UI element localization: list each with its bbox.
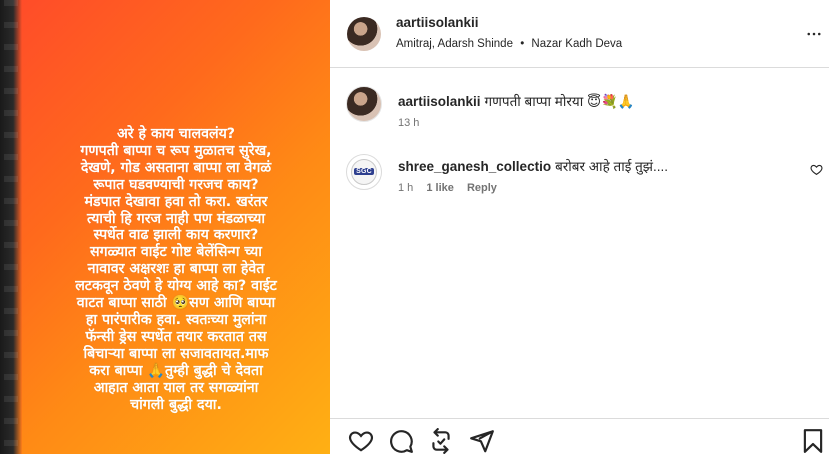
comment-likes[interactable]: 1 like [426, 182, 454, 194]
bookmark-icon[interactable] [800, 428, 826, 454]
author-avatar[interactable] [347, 17, 381, 51]
caption: aartiisolankii गणपती बाप्पा मोरया 😇💐🙏 [398, 92, 635, 110]
audio-track: Nazar Kadh Deva [531, 38, 623, 50]
post-actions [330, 428, 829, 454]
author-username[interactable]: aartiisolankii [396, 15, 479, 30]
comment-heart-icon[interactable] [810, 163, 823, 176]
audio-artist: Amitraj, Adarsh Shinde [396, 38, 513, 50]
caption-author-avatar[interactable] [346, 86, 382, 122]
post-image-text: अरे हे काय चालवलंय? गणपती बाप्पा च रूप म… [75, 126, 277, 413]
share-icon[interactable] [469, 428, 495, 454]
commenter-avatar[interactable]: SGC [346, 154, 382, 190]
repost-icon[interactable] [428, 428, 454, 454]
caption-timestamp[interactable]: 13 h [398, 117, 419, 129]
comment-icon[interactable] [388, 428, 414, 454]
post-header: aartiisolankii Amitraj, Adarsh Shinde • … [330, 0, 829, 68]
heart-icon[interactable] [348, 428, 374, 454]
comment-timestamp[interactable]: 1 h [398, 182, 413, 194]
commenter-logo-text: SGC [354, 168, 374, 175]
comment-reply-button[interactable]: Reply [467, 182, 497, 194]
caption-text: गणपती बाप्पा मोरया 😇💐🙏 [484, 94, 635, 109]
media-edge-strip [0, 0, 22, 454]
more-horizontal-icon[interactable] [804, 25, 824, 43]
comment-text: बरोबर आहे ताई तुझं.... [555, 159, 668, 174]
commenter-logo: SGC [351, 159, 377, 185]
audio-separator: • [520, 38, 525, 50]
audio-info[interactable]: Amitraj, Adarsh Shinde • Nazar Kadh Deva [396, 38, 622, 50]
post-media[interactable]: अरे हे काय चालवलंय? गणपती बाप्पा च रूप म… [0, 0, 330, 454]
comment: shree_ganesh_collectio बरोबर आहे ताई तुझं… [398, 157, 668, 175]
caption-username[interactable]: aartiisolankii [398, 94, 481, 109]
comment-username[interactable]: shree_ganesh_collectio [398, 159, 551, 174]
actions-divider [330, 418, 829, 419]
post-details-panel: aartiisolankii Amitraj, Adarsh Shinde • … [330, 0, 829, 454]
comment-meta: 1 h 1 like Reply [398, 182, 507, 194]
